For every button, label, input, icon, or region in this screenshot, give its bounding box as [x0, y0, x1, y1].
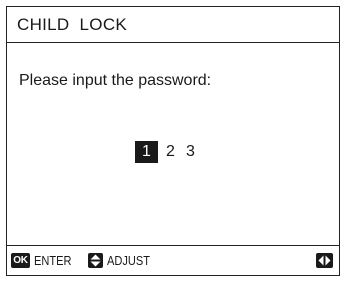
child-lock-screen: CHILD LOCK Please input the password: 1 …: [6, 6, 340, 276]
up-down-arrow-icon: [88, 253, 104, 268]
enter-hint-label: ENTER: [34, 253, 72, 268]
title-bar: CHILD LOCK: [7, 7, 339, 43]
page-title: CHILD LOCK: [17, 15, 128, 34]
password-digit-1[interactable]: 1: [135, 141, 158, 163]
footer-bar: OK ENTER ADJUST: [7, 245, 339, 275]
left-right-arrow-icon: [316, 253, 333, 268]
left-right-arrow-glyph: [318, 255, 331, 266]
up-down-arrow-glyph: [90, 254, 101, 267]
password-digit-2[interactable]: 2: [162, 141, 179, 163]
ok-key-icon: OK: [11, 253, 30, 268]
password-input[interactable]: 1 2 3: [135, 140, 202, 164]
password-digit-3[interactable]: 3: [182, 141, 199, 163]
adjust-hint-label: ADJUST: [107, 253, 151, 268]
password-prompt: Please input the password:: [19, 72, 212, 89]
